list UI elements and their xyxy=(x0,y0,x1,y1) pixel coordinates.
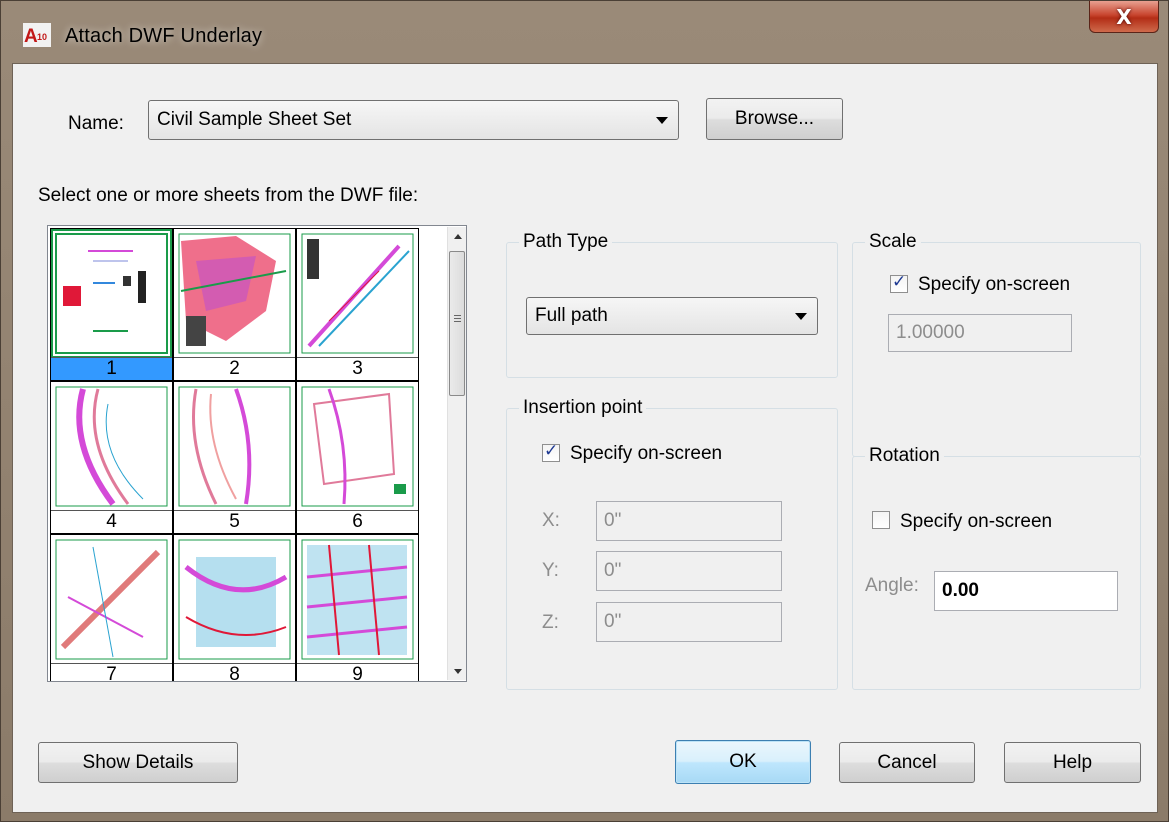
window-title: Attach DWF Underlay xyxy=(65,25,263,47)
sheet-thumbnail-6[interactable]: 6 xyxy=(296,381,419,534)
close-icon: X xyxy=(1116,4,1132,29)
z-label: Z: xyxy=(542,612,559,633)
y-label: Y: xyxy=(542,560,559,581)
angle-label: Angle: xyxy=(865,575,919,596)
path-type-title: Path Type xyxy=(519,231,613,253)
y-value: 0" xyxy=(604,560,622,581)
sheet-thumbnail-3[interactable]: 3 xyxy=(296,228,419,381)
cancel-button[interactable]: Cancel xyxy=(839,742,975,783)
sheet-thumbnail-5[interactable]: 5 xyxy=(173,381,296,534)
sheet-preview-image xyxy=(176,384,293,509)
sheet-number: 2 xyxy=(174,357,295,380)
svg-text:10: 10 xyxy=(37,32,47,42)
sheet-thumbnail-9[interactable]: 9 xyxy=(296,534,419,681)
sheet-number: 3 xyxy=(297,357,418,380)
name-dropdown[interactable]: Civil Sample Sheet Set xyxy=(148,100,679,140)
sheet-preview-image xyxy=(176,537,293,662)
scroll-down-button[interactable] xyxy=(448,662,466,680)
z-value: 0" xyxy=(604,611,622,632)
sheet-thumbnail-1[interactable]: 1 xyxy=(50,228,173,381)
sheet-preview-image xyxy=(299,384,416,509)
path-type-dropdown[interactable]: Full path xyxy=(526,297,818,335)
scale-title: Scale xyxy=(865,231,921,253)
sheet-number: 4 xyxy=(51,510,172,533)
show-details-button[interactable]: Show Details xyxy=(38,742,238,783)
sheet-preview-image xyxy=(51,229,172,358)
scale-field[interactable]: 1.00000 xyxy=(888,314,1072,352)
rotation-title: Rotation xyxy=(865,445,944,467)
scale-specify-checkbox[interactable]: ✓ xyxy=(890,272,908,293)
x-label: X: xyxy=(542,510,560,531)
sheet-preview-image xyxy=(53,384,170,509)
sheet-preview-image xyxy=(176,231,293,356)
ok-button[interactable]: OK xyxy=(675,740,811,784)
sheet-preview-image xyxy=(299,231,416,356)
path-type-value: Full path xyxy=(535,305,608,326)
sheet-preview-image xyxy=(53,537,170,662)
arrow-down-icon xyxy=(453,668,462,674)
svg-text:A: A xyxy=(24,26,38,47)
sheet-number: 9 xyxy=(297,663,418,681)
scale-specify-label: Specify on-screen xyxy=(918,274,1071,295)
scale-value: 1.00000 xyxy=(896,322,965,343)
checkmark-icon: ✓ xyxy=(544,441,559,461)
sheet-preview-image xyxy=(299,537,416,662)
sheet-thumbnail-7[interactable]: 7 xyxy=(50,534,173,681)
sheet-thumbnail-8[interactable]: 8 xyxy=(173,534,296,681)
close-button[interactable]: X xyxy=(1089,1,1159,33)
dialog-body: Name: Civil Sample Sheet Set Browse... S… xyxy=(12,63,1158,813)
grip-icon xyxy=(454,315,461,316)
insertion-specify-checkbox[interactable]: ✓ xyxy=(542,441,560,462)
sheet-thumbnail-list[interactable]: 1 2 3 4 5 6 7 8 9 xyxy=(47,225,467,682)
rotation-specify-label: Specify on-screen xyxy=(900,511,1053,532)
dialog-window: A 10 Attach DWF Underlay X Name: Civil S… xyxy=(0,0,1169,822)
chevron-down-icon xyxy=(656,117,668,124)
sheet-number: 8 xyxy=(174,663,295,681)
sheet-number: 5 xyxy=(174,510,295,533)
scroll-up-button[interactable] xyxy=(448,227,466,245)
title-bar[interactable]: A 10 Attach DWF Underlay X xyxy=(1,1,1168,63)
angle-value: 0.00 xyxy=(942,580,979,601)
arrow-up-icon xyxy=(453,233,462,239)
help-button[interactable]: Help xyxy=(1004,742,1141,783)
checkmark-icon: ✓ xyxy=(892,272,907,292)
sheet-number: 1 xyxy=(51,357,172,380)
sheet-thumbnail-4[interactable]: 4 xyxy=(50,381,173,534)
insertion-point-title: Insertion point xyxy=(519,397,647,419)
sheet-number: 6 xyxy=(297,510,418,533)
rotation-specify-checkbox[interactable] xyxy=(872,511,890,529)
sheets-prompt: Select one or more sheets from the DWF f… xyxy=(38,185,419,206)
sheet-thumbnail-2[interactable]: 2 xyxy=(173,228,296,381)
name-label: Name: xyxy=(68,113,124,134)
insertion-specify-label: Specify on-screen xyxy=(570,443,723,464)
angle-field[interactable]: 0.00 xyxy=(934,571,1118,611)
autocad-app-icon: A 10 xyxy=(23,23,51,47)
thumbnail-scrollbar[interactable] xyxy=(447,227,466,680)
scrollbar-thumb[interactable] xyxy=(449,251,465,396)
y-field[interactable]: 0" xyxy=(596,551,782,591)
browse-button[interactable]: Browse... xyxy=(706,98,843,140)
x-field[interactable]: 0" xyxy=(596,501,782,541)
z-field[interactable]: 0" xyxy=(596,602,782,642)
sheet-number: 7 xyxy=(51,663,172,681)
name-dropdown-value: Civil Sample Sheet Set xyxy=(157,109,352,130)
x-value: 0" xyxy=(604,510,622,531)
chevron-down-icon xyxy=(795,313,807,320)
